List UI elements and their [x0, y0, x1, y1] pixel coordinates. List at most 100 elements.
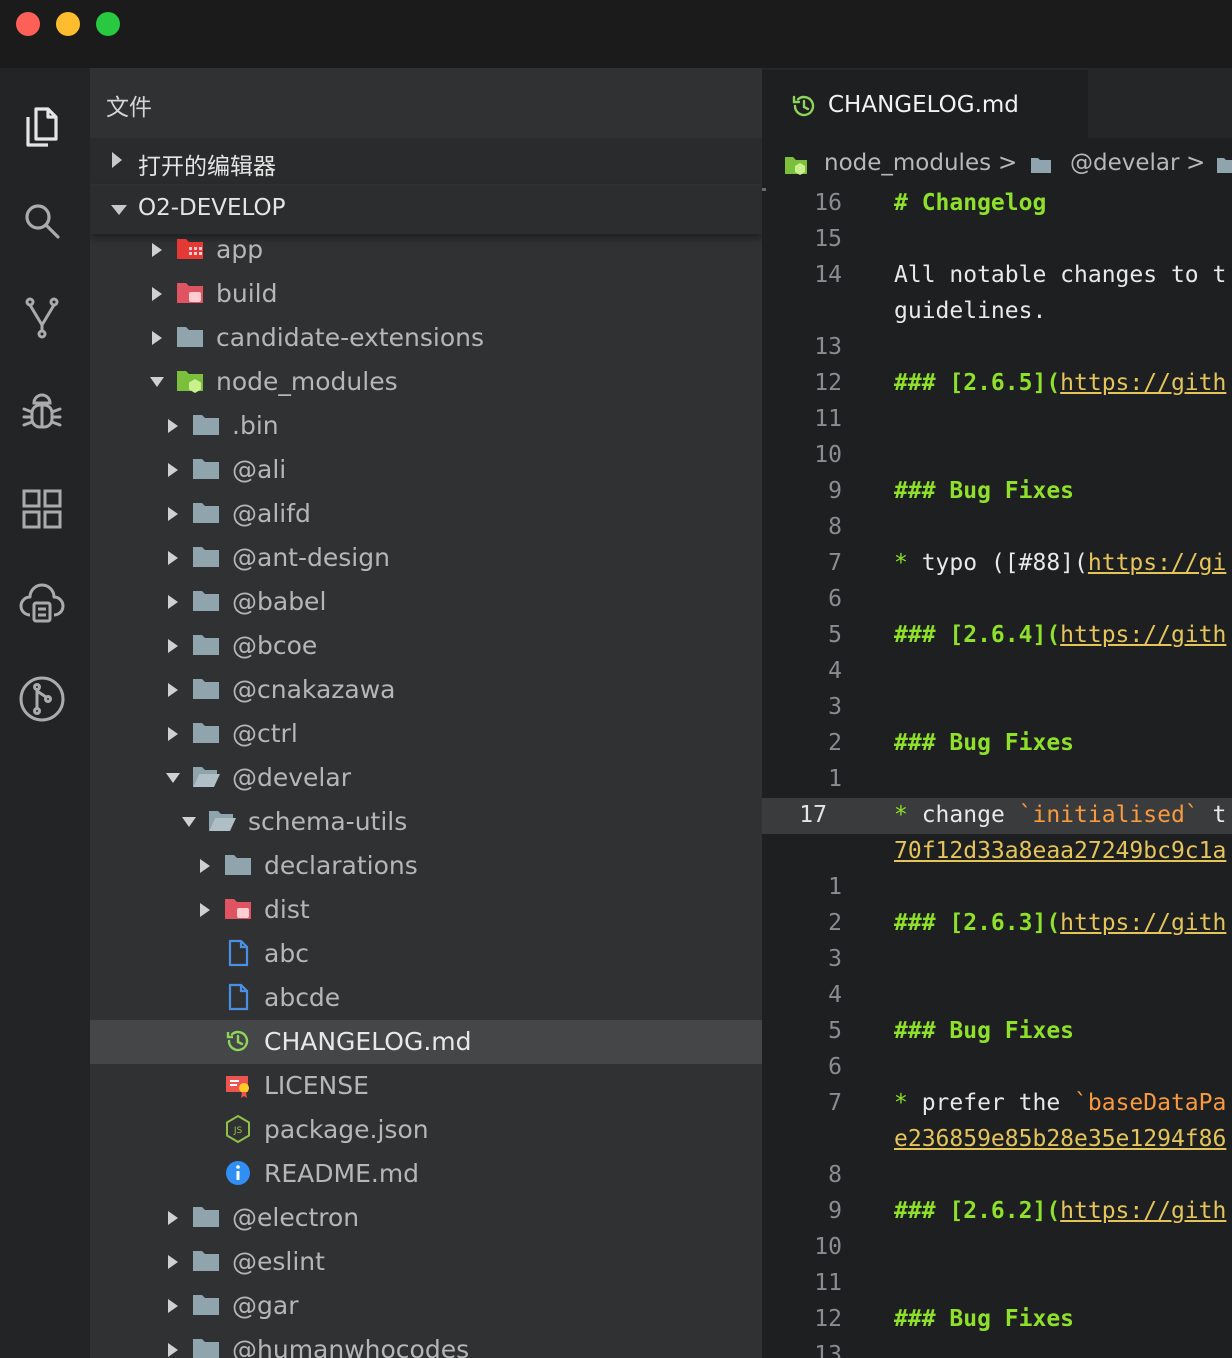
chevron-right-icon[interactable] — [166, 594, 180, 610]
git-graph-icon[interactable] — [17, 674, 67, 724]
tree-item[interactable]: node_modules — [90, 360, 762, 404]
link-text[interactable]: e236859e85b28e35e1294f86 — [894, 1126, 1226, 1152]
code-line: 14 All notable changes to t — [762, 258, 1232, 294]
svg-text:JS: JS — [233, 1126, 243, 1136]
tree-item[interactable]: @develar — [90, 756, 762, 800]
link-text[interactable]: https://gith — [1060, 622, 1226, 648]
chevron-right-icon[interactable] — [166, 726, 180, 742]
tree-item[interactable]: candidate-extensions — [90, 316, 762, 360]
code-line: 11 — [762, 402, 1232, 438]
chevron-down-icon[interactable] — [150, 374, 164, 390]
link-text[interactable]: https://gith — [1060, 910, 1226, 936]
chevron-right-icon[interactable] — [198, 858, 212, 874]
code-token: ### Bug Fixes — [894, 478, 1075, 504]
tree-item[interactable]: CHANGELOG.md — [90, 1020, 762, 1064]
link-text[interactable]: https://gi — [1088, 550, 1226, 576]
chevron-right-icon[interactable] — [166, 682, 180, 698]
code-line: 13 — [762, 330, 1232, 366]
tree-item[interactable]: app — [90, 228, 762, 272]
line-code: ### Bug Fixes — [894, 1018, 1074, 1044]
tab-changelog[interactable]: CHANGELOG.md — [762, 70, 1088, 138]
folder-icon — [193, 1251, 219, 1271]
tree-item[interactable]: @gar — [90, 1284, 762, 1328]
tree-item[interactable]: README.md — [90, 1152, 762, 1196]
nodejs-icon: JS — [226, 1114, 250, 1144]
tree-item[interactable]: @ali — [90, 448, 762, 492]
code-token: guidelines. — [894, 298, 1047, 324]
tree-item[interactable]: abcde — [90, 976, 762, 1020]
line-code: ### [2.6.5](https://gith — [894, 370, 1226, 396]
files-icon[interactable] — [17, 102, 67, 152]
folder-icon — [193, 1295, 219, 1315]
tree-item[interactable]: JS package.json — [90, 1108, 762, 1152]
source-control-icon[interactable] — [17, 292, 67, 342]
extensions-icon[interactable] — [17, 484, 67, 534]
info-icon — [226, 1161, 250, 1185]
tree-item-label: .bin — [232, 411, 279, 440]
chevron-down-icon[interactable] — [182, 814, 196, 830]
tree-item[interactable]: @cnakazawa — [90, 668, 762, 712]
line-code: ### [2.6.3](https://gith — [894, 910, 1226, 936]
tree-item[interactable]: @babel — [90, 580, 762, 624]
tree-item[interactable]: @alifd — [90, 492, 762, 536]
debug-icon[interactable] — [17, 388, 67, 438]
chevron-right-icon[interactable] — [166, 550, 180, 566]
link-text[interactable]: 70f12d33a8eaa27249bc9c1a — [894, 838, 1226, 864]
remote-explorer-icon[interactable] — [17, 580, 67, 630]
tree-item[interactable]: LICENSE — [90, 1064, 762, 1108]
line-code: * prefer the `baseDataPa — [894, 1090, 1226, 1116]
tree-item[interactable]: @bcoe — [90, 624, 762, 668]
link-text[interactable]: https://gith — [1060, 370, 1226, 396]
tree-item[interactable]: @eslint — [90, 1240, 762, 1284]
tree-item[interactable]: @electron — [90, 1196, 762, 1240]
tree-item[interactable]: @ant-design — [90, 536, 762, 580]
tree-item[interactable]: .bin — [90, 404, 762, 448]
code-line: 5 ### [2.6.4](https://gith — [762, 618, 1232, 654]
chevron-right-icon[interactable] — [166, 462, 180, 478]
code-line: 70f12d33a8eaa27249bc9c1a — [762, 834, 1232, 870]
code-line: 11 — [762, 1266, 1232, 1302]
chevron-right-icon[interactable] — [150, 242, 164, 258]
chevron-right-icon[interactable] — [166, 1210, 180, 1226]
tree-item-label: @alifd — [232, 499, 311, 528]
tree-item-label: @ctrl — [232, 719, 298, 748]
tree-item[interactable]: @humanwhocodes — [90, 1328, 762, 1358]
tree-item[interactable]: @ctrl — [90, 712, 762, 756]
chevron-right-icon[interactable] — [166, 638, 180, 654]
chevron-right-icon[interactable] — [166, 1298, 180, 1314]
chevron-right-icon[interactable] — [166, 418, 180, 434]
maximize-window-button[interactable] — [96, 12, 120, 36]
tree-item-label: @humanwhocodes — [232, 1335, 470, 1358]
search-icon[interactable] — [17, 196, 67, 246]
chevron-down-icon[interactable] — [166, 770, 180, 786]
folder-icon — [1217, 158, 1232, 173]
breadcrumb-item-develar[interactable]: @develar — [1070, 150, 1179, 176]
breadcrumb-item-node-modules[interactable]: node_modules — [824, 150, 991, 176]
minimize-window-button[interactable] — [56, 12, 80, 36]
tree-item[interactable]: dist — [90, 888, 762, 932]
chevron-right-icon[interactable] — [166, 506, 180, 522]
line-code: * typo ([#88](https://gi — [894, 550, 1226, 576]
code-line: guidelines. — [762, 294, 1232, 330]
line-number: 14 — [814, 262, 842, 288]
tree-item-label: @ali — [232, 455, 287, 484]
tree-item[interactable]: abc — [90, 932, 762, 976]
tree-item[interactable]: schema-utils — [90, 800, 762, 844]
tree-item[interactable]: build — [90, 272, 762, 316]
chevron-right-icon[interactable] — [150, 286, 164, 302]
folder-open-icon — [209, 811, 236, 831]
chevron-right-icon[interactable] — [166, 1254, 180, 1270]
link-text[interactable]: https://gith — [1060, 1198, 1226, 1224]
project-section[interactable]: O2-DEVELOP — [90, 186, 762, 234]
chevron-right-icon[interactable] — [198, 902, 212, 918]
folder-icon — [193, 679, 219, 699]
sidebar-title: 文件 — [106, 95, 152, 121]
history-icon — [792, 95, 815, 117]
chevron-right-icon[interactable] — [166, 1342, 180, 1358]
code-line: 5 ### Bug Fixes — [762, 1014, 1232, 1050]
tree-item[interactable]: declarations — [90, 844, 762, 888]
code-token: # Changelog — [894, 190, 1047, 216]
close-window-button[interactable] — [16, 12, 40, 36]
open-editors-section[interactable]: 打开的编辑器 — [90, 138, 762, 184]
chevron-right-icon[interactable] — [150, 330, 164, 346]
